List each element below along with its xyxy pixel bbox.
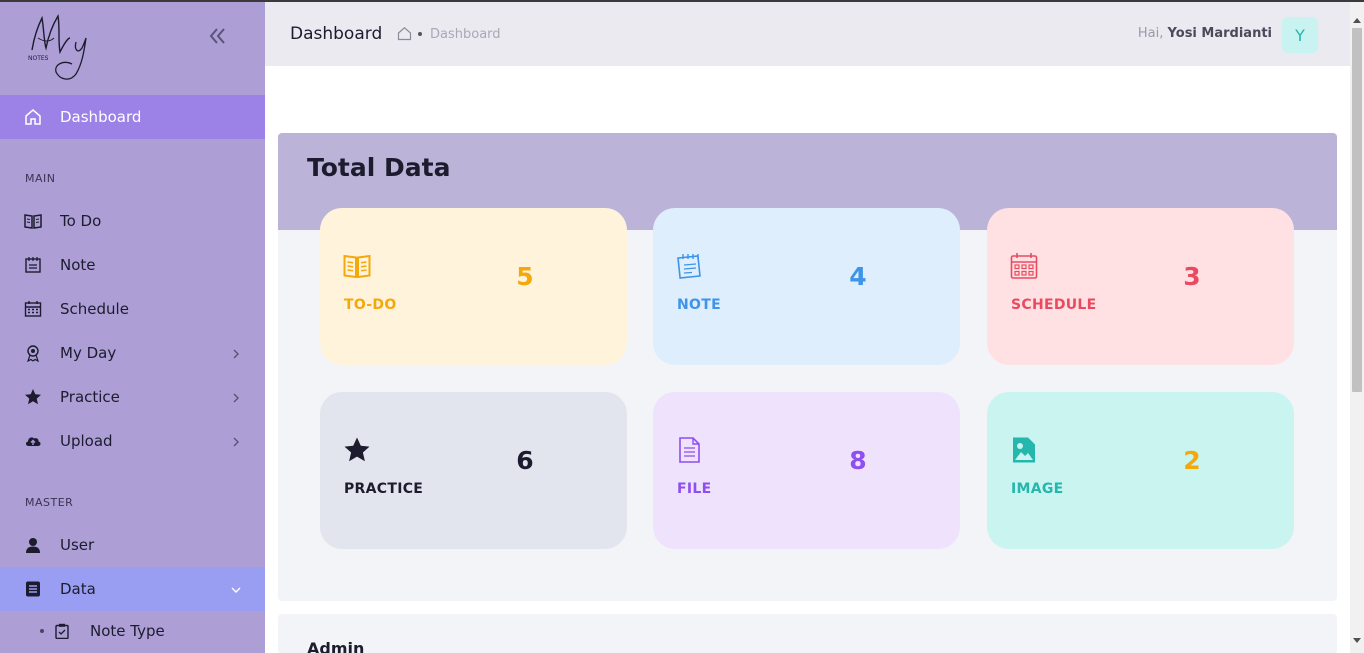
card-value: 3 (1183, 262, 1201, 291)
calendar-icon (24, 300, 42, 318)
user-greeting: Hai, Yosi Mardianti (1138, 26, 1272, 41)
admin-title: Admin (307, 639, 365, 653)
sidebar-item-data[interactable]: Data (0, 567, 265, 611)
scroll-down-arrow[interactable] (1353, 638, 1361, 643)
star-icon (343, 436, 371, 464)
panel-title: Total Data (307, 153, 451, 182)
scroll-up-arrow[interactable] (1353, 18, 1361, 23)
double-chevron-left-icon (209, 28, 225, 44)
chevron-right-icon (230, 390, 242, 404)
chevron-right-icon (230, 346, 242, 360)
award-icon (24, 344, 42, 362)
section-label-master: MASTER (25, 496, 74, 509)
app-logo[interactable]: NOTES (24, 8, 96, 84)
sidebar-item-schedule[interactable]: Schedule (0, 287, 265, 331)
notepad-icon (24, 256, 42, 274)
card-practice[interactable]: PRACTICE 6 (320, 392, 627, 549)
admin-panel: Admin (278, 614, 1337, 653)
calendar-icon (1010, 252, 1038, 280)
card-value: 5 (516, 262, 534, 291)
card-note[interactable]: NOTE 4 (653, 208, 960, 365)
sidebar-item-label: Practice (60, 388, 120, 406)
star-icon (24, 388, 42, 406)
file-icon (676, 436, 704, 464)
home-icon (24, 108, 42, 126)
sidebar-item-note[interactable]: Note (0, 243, 265, 287)
breadcrumb-separator (418, 32, 422, 36)
clipboard-icon (54, 623, 70, 640)
card-label: SCHEDULE (1011, 297, 1097, 313)
sidebar-item-label: Upload (60, 432, 113, 450)
user-name[interactable]: Yosi Mardianti (1168, 26, 1272, 41)
card-value: 6 (516, 446, 534, 475)
card-label: NOTE (677, 297, 721, 313)
scroll-thumb[interactable] (1352, 28, 1362, 392)
notepad-icon (676, 252, 704, 280)
logo-lettering: NOTES (28, 55, 49, 62)
sidebar-item-my-day[interactable]: My Day (0, 331, 265, 375)
collapse-sidebar-button[interactable] (205, 24, 229, 48)
chevron-right-icon (230, 434, 242, 448)
cloud-upload-icon (24, 432, 42, 450)
book-icon (24, 212, 42, 230)
card-label: TO-DO (344, 297, 397, 313)
card-label: IMAGE (1011, 481, 1064, 497)
card-label: FILE (677, 481, 712, 497)
sidebar-item-label: Schedule (60, 300, 129, 318)
sidebar-item-dashboard[interactable]: Dashboard (0, 95, 265, 139)
sidebar-item-user[interactable]: User (0, 523, 265, 567)
page-title: Dashboard (290, 24, 383, 44)
sidebar-item-label: Data (60, 580, 96, 598)
window-top-border (0, 0, 1364, 2)
card-value: 2 (1183, 446, 1201, 475)
sidebar-item-practice[interactable]: Practice (0, 375, 265, 419)
sidebar-item-label: My Day (60, 344, 117, 362)
breadcrumb-current: Dashboard (430, 27, 501, 42)
section-label-main: MAIN (25, 172, 56, 185)
sidebar-item-to-do[interactable]: To Do (0, 199, 265, 243)
sidebar-subitem-label: Note Type (90, 622, 165, 640)
sidebar-item-label: To Do (60, 212, 102, 230)
image-icon (1010, 436, 1038, 464)
sidebar-item-label: Dashboard (60, 108, 142, 126)
card-label: PRACTICE (344, 481, 424, 497)
card-schedule[interactable]: SCHEDULE 3 (987, 208, 1294, 365)
top-header: Dashboard Dashboard Hai, Yosi Mardianti … (265, 2, 1350, 66)
sidebar-item-label: User (60, 536, 95, 554)
breadcrumb-home-icon[interactable] (397, 26, 412, 41)
book-icon (343, 252, 371, 280)
card-file[interactable]: FILE 8 (653, 392, 960, 549)
sidebar: NOTES Dashboard MAIN To Do Note Schedule (0, 2, 265, 653)
card-image[interactable]: IMAGE 2 (987, 392, 1294, 549)
vertical-scrollbar[interactable] (1350, 2, 1364, 653)
sidebar-item-upload[interactable]: Upload (0, 419, 265, 463)
sidebar-subitem-note-type[interactable]: Note Type (0, 611, 265, 651)
avatar[interactable]: Y (1282, 17, 1318, 53)
chevron-down-icon (230, 582, 242, 596)
bullet-dot (40, 629, 44, 633)
card-value: 8 (849, 446, 867, 475)
card-value: 4 (849, 262, 867, 291)
total-data-panel: Total Data TO-DO 5 NOTE 4 SCHEDULE 3 PRA… (278, 133, 1337, 601)
list-icon (24, 580, 42, 598)
card-to-do[interactable]: TO-DO 5 (320, 208, 627, 365)
sidebar-item-label: Note (60, 256, 96, 274)
greeting-text: Hai, (1137, 26, 1164, 41)
user-icon (24, 536, 42, 554)
